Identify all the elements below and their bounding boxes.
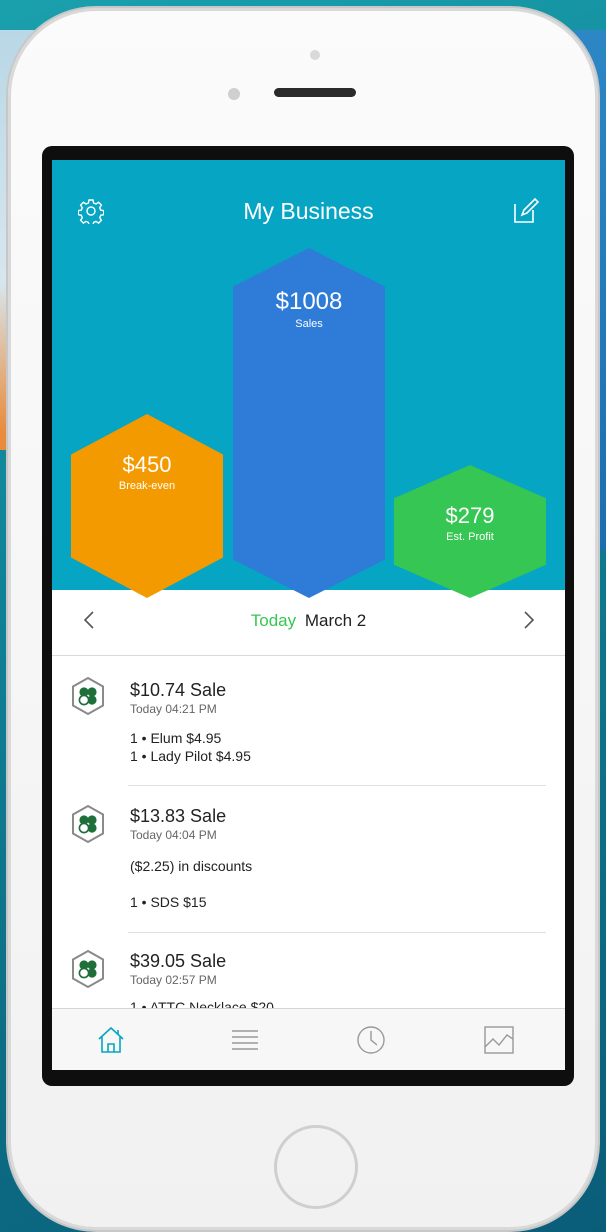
- sale-time: Today 04:21 PM: [130, 702, 217, 716]
- date-label: March 2: [304, 611, 367, 630]
- break-even-stat: $450 Break-even: [71, 414, 223, 598]
- app-screen: My Business $450 Break-even $1008 Sales …: [52, 160, 565, 1070]
- sale-title: $10.74 Sale: [130, 680, 227, 700]
- break-even-amount: $450: [122, 452, 172, 477]
- clover-logo-icon: [70, 949, 106, 989]
- break-even-label: Break-even: [118, 480, 176, 492]
- earpiece-speaker: [274, 88, 356, 97]
- tab-chart-icon[interactable]: [482, 1023, 516, 1057]
- date-display: Today March 2: [52, 611, 565, 631]
- clover-logo-icon: [70, 676, 106, 716]
- next-day-chevron-icon[interactable]: [516, 608, 540, 632]
- sales-stat: $1008 Sales: [233, 248, 385, 598]
- profit-amount: $279: [445, 503, 495, 528]
- summary-hero: My Business $450 Break-even $1008 Sales …: [52, 160, 565, 598]
- front-camera: [310, 50, 320, 60]
- bottom-tab-bar: [52, 1008, 565, 1070]
- sale-item[interactable]: $13.83 Sale Today 04:04 PM ($2.25) in di…: [52, 786, 565, 932]
- sale-line-item: 1 • SDS $15: [130, 894, 207, 910]
- sales-label: Sales: [295, 318, 323, 330]
- sale-title: $13.83 Sale: [130, 806, 227, 826]
- sale-item[interactable]: $39.05 Sale Today 02:57 PM 1 • ATTC Neck…: [52, 933, 565, 1008]
- sale-item[interactable]: $10.74 Sale Today 04:21 PM 1 • Elum $4.9…: [52, 656, 565, 786]
- tab-list-icon[interactable]: [228, 1023, 262, 1057]
- today-label: Today: [250, 611, 297, 630]
- sale-line-item: 1 • Elum $4.95: [130, 730, 222, 746]
- sale-discount: ($2.25) in discounts: [130, 858, 253, 874]
- sale-time: Today 04:04 PM: [130, 828, 217, 842]
- proximity-sensor: [228, 88, 240, 100]
- sale-title: $39.05 Sale: [130, 951, 227, 971]
- compose-icon[interactable]: [510, 196, 540, 226]
- tab-home-icon[interactable]: [94, 1023, 128, 1057]
- sales-list: $10.74 Sale Today 04:21 PM 1 • Elum $4.9…: [52, 656, 565, 1008]
- page-title: My Business: [243, 198, 374, 224]
- tab-clock-icon[interactable]: [354, 1023, 388, 1057]
- sale-line-item: 1 • ATTC Necklace $20: [130, 999, 274, 1008]
- profit-label: Est. Profit: [446, 531, 494, 543]
- sale-time: Today 02:57 PM: [130, 973, 217, 987]
- home-button[interactable]: [274, 1125, 358, 1209]
- date-navigator: Today March 2: [52, 592, 565, 656]
- sale-line-item: 1 • Lady Pilot $4.95: [130, 748, 251, 764]
- clover-logo-icon: [70, 804, 106, 844]
- profit-stat: $279 Est. Profit: [394, 465, 546, 598]
- sales-amount: $1008: [275, 288, 343, 315]
